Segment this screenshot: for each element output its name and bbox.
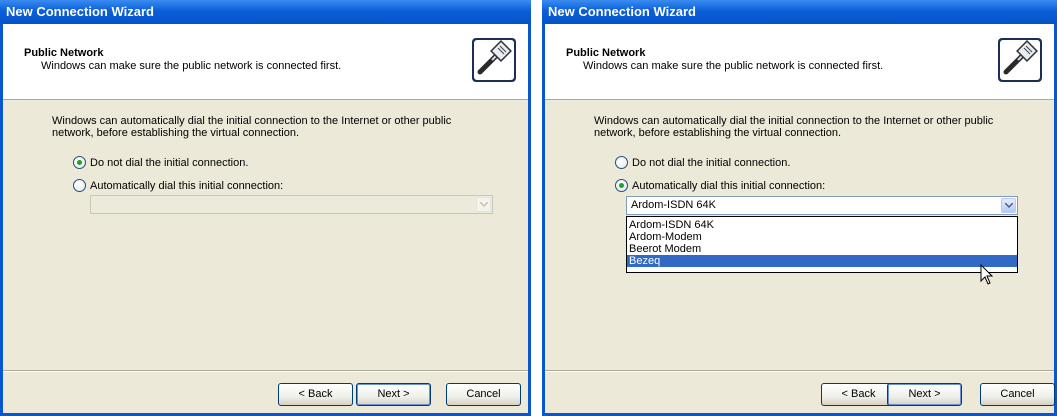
mouse-cursor-icon [980,264,994,285]
combo-value: Ardom-ISDN 64K [631,199,716,211]
chevron-down-icon [1005,203,1013,208]
header-title: Public Network [566,47,646,59]
radio-no-dial[interactable]: Do not dial the initial connection. [73,156,248,170]
radio-no-dial[interactable]: Do not dial the initial connection. [615,156,790,170]
description-text: Windows can automatically dial the initi… [52,115,452,139]
radio-button-unchecked[interactable] [73,179,86,192]
radio-auto-dial-label: Automatically dial this initial connecti… [632,180,826,192]
wizard-header: Public Network Windows can make sure the… [3,24,528,100]
radio-no-dial-label: Do not dial the initial connection. [90,157,249,169]
back-button[interactable]: < Back [821,383,896,406]
header-subtitle: Windows can make sure the public network… [41,60,342,72]
wizard-window-right: New Connection Wizard Public Network Win… [542,0,1057,416]
radio-auto-dial[interactable]: Automatically dial this initial connecti… [615,179,825,193]
footer-separator [3,370,528,372]
radio-button-unchecked[interactable] [615,156,628,169]
window-title: New Connection Wizard [542,0,1057,24]
connection-combo-disabled [90,195,493,214]
radio-auto-dial[interactable]: Automatically dial this initial connecti… [73,179,283,193]
footer-separator [545,370,1054,372]
next-button[interactable]: Next > [356,383,431,406]
next-button[interactable]: Next > [887,383,962,406]
cancel-button[interactable]: Cancel [446,383,521,406]
header-title: Public Network [24,47,104,59]
network-cable-icon [998,38,1042,82]
header-subtitle: Windows can make sure the public network… [583,60,884,72]
wizard-window-left: New Connection Wizard Public Network Win… [0,0,531,416]
combo-dropdown-button [476,197,491,212]
cancel-button[interactable]: Cancel [980,383,1055,406]
description-text: Windows can automatically dial the initi… [594,115,994,139]
network-cable-icon [472,38,516,82]
connection-dropdown-list[interactable]: Ardom-ISDN 64K Ardom-Modem Beerot Modem … [626,216,1018,273]
dropdown-item[interactable]: Ardom-ISDN 64K [627,219,1017,231]
dropdown-item[interactable]: Ardom-Modem [627,231,1017,243]
radio-button-checked[interactable] [615,179,628,192]
wizard-header: Public Network Windows can make sure the… [545,24,1054,100]
window-title: New Connection Wizard [0,0,531,24]
dropdown-item[interactable]: Beerot Modem [627,243,1017,255]
radio-no-dial-label: Do not dial the initial connection. [632,157,791,169]
connection-combo[interactable]: Ardom-ISDN 64K [626,196,1018,215]
back-button[interactable]: < Back [278,383,353,406]
radio-button-checked[interactable] [73,156,86,169]
radio-auto-dial-label: Automatically dial this initial connecti… [90,180,284,192]
dropdown-item-highlighted[interactable]: Bezeq [627,255,1017,267]
chevron-down-icon [480,202,488,207]
combo-dropdown-button[interactable] [1001,198,1016,213]
